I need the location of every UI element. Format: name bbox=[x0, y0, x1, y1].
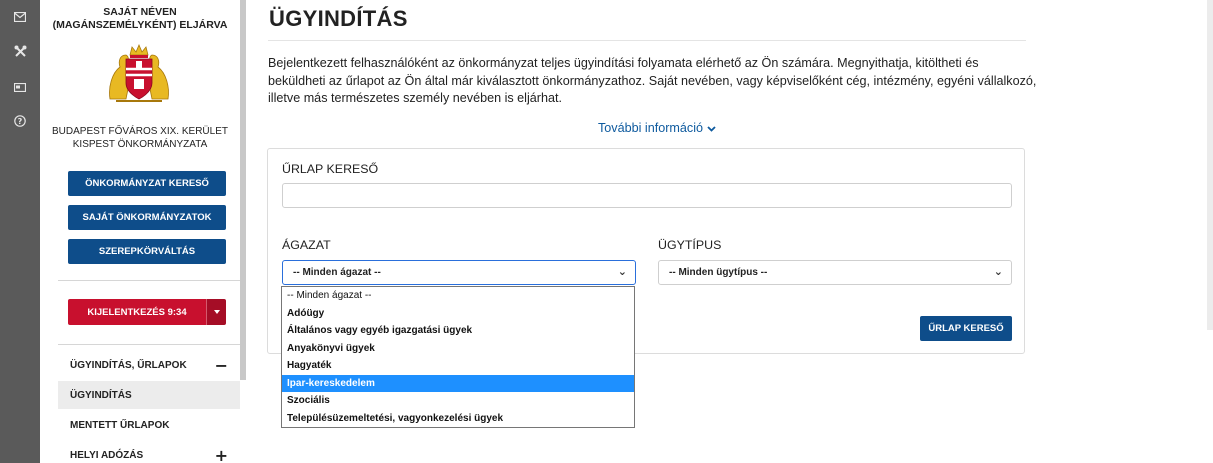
form-search-input[interactable] bbox=[282, 183, 1012, 208]
more-info-link[interactable]: További információ bbox=[598, 121, 716, 135]
search-label: ŰRLAP KERESŐ bbox=[282, 162, 379, 176]
logout-dropdown-caret[interactable] bbox=[206, 299, 226, 325]
municipality-name: BUDAPEST FŐVÁROS XIX. KERÜLET KISPEST ÖN… bbox=[52, 126, 228, 150]
sidebar: SAJÁT NÉVEN (MAGÁNSZEMÉLYKÉNT) ELJÁRVA B… bbox=[40, 0, 240, 463]
help-icon[interactable]: ? bbox=[0, 110, 40, 132]
menu-section-label: ÜGYINDÍTÁS, ŰRLAPOK bbox=[70, 359, 187, 371]
sector-option[interactable]: Hagyaték bbox=[282, 357, 634, 375]
sector-select-value: -- Minden ágazat -- bbox=[293, 267, 381, 278]
chevron-down-icon: ⌄ bbox=[617, 265, 627, 278]
municipality-search-button[interactable]: ÖNKORMÁNYZAT KERESŐ bbox=[68, 171, 226, 196]
sector-dropdown-list: -- Minden ágazat -- Adóügy Általános vag… bbox=[281, 286, 635, 428]
coat-of-arms-logo bbox=[109, 43, 169, 102]
sector-option[interactable]: Adóügy bbox=[282, 305, 634, 323]
title-divider bbox=[268, 40, 1026, 41]
menu-section-local-tax[interactable]: HELYI ADÓZÁS + bbox=[58, 441, 240, 463]
caret-down-icon bbox=[213, 310, 220, 314]
svg-text:?: ? bbox=[18, 117, 23, 126]
page-scrollbar[interactable] bbox=[1207, 0, 1213, 330]
chevron-down-icon: ⌄ bbox=[993, 265, 1003, 278]
expand-icon[interactable]: + bbox=[215, 446, 228, 463]
sidebar-divider bbox=[58, 280, 240, 281]
case-type-select-value: -- Minden ügytípus -- bbox=[669, 267, 768, 278]
sidebar-heading: SAJÁT NÉVEN (MAGÁNSZEMÉLYKÉNT) ELJÁRVA bbox=[52, 6, 228, 31]
sidebar-divider bbox=[58, 344, 240, 345]
sidebar-scrollbar[interactable] bbox=[240, 0, 246, 380]
role-switch-button[interactable]: SZEREPKÖRVÁLTÁS bbox=[68, 239, 226, 264]
chevron-down-icon bbox=[706, 126, 716, 132]
case-type-select[interactable]: -- Minden ügytípus -- ⌄ bbox=[658, 260, 1012, 285]
collapse-icon[interactable]: − bbox=[215, 356, 228, 375]
case-type-label: ÜGYTÍPUS bbox=[658, 238, 722, 252]
sector-option[interactable]: Szociális bbox=[282, 392, 634, 410]
menu-section-label: HELYI ADÓZÁS bbox=[70, 449, 144, 461]
sector-option[interactable]: Településüzemeltetési, vagyonkezelési üg… bbox=[282, 410, 634, 428]
intro-text: Bejelentkezett felhasználóként az önkorm… bbox=[268, 56, 1037, 105]
mail-icon[interactable] bbox=[0, 6, 40, 28]
page-title: ÜGYINDÍTÁS bbox=[269, 6, 408, 31]
sector-select[interactable]: -- Minden ágazat -- ⌄ bbox=[282, 260, 636, 285]
menu-section-forms[interactable]: ÜGYINDÍTÁS, ŰRLAPOK − bbox=[58, 351, 240, 379]
logout-split-button: KIJELENTKEZÉS 9:34 bbox=[68, 299, 226, 325]
sector-option-highlighted[interactable]: Ipar-kereskedelem bbox=[282, 374, 634, 392]
tools-icon[interactable] bbox=[0, 40, 40, 62]
menu-item-case-start[interactable]: ÜGYINDÍTÁS bbox=[58, 381, 240, 409]
sector-label: ÁGAZAT bbox=[282, 238, 331, 252]
sector-option[interactable]: Anyakönyvi ügyek bbox=[282, 340, 634, 358]
sector-option[interactable]: -- Minden ágazat -- bbox=[282, 287, 634, 305]
menu-item-saved-forms[interactable]: MENTETT ŰRLAPOK bbox=[58, 411, 240, 439]
form-search-button[interactable]: ŰRLAP KERESŐ bbox=[920, 316, 1012, 341]
more-info-label: További információ bbox=[598, 121, 703, 135]
icon-rail: ? bbox=[0, 0, 40, 463]
logout-button[interactable]: KIJELENTKEZÉS 9:34 bbox=[68, 299, 206, 325]
own-municipalities-button[interactable]: SAJÁT ÖNKORMÁNYZATOK bbox=[68, 205, 226, 230]
sector-option[interactable]: Általános vagy egyéb igazgatási ügyek bbox=[282, 322, 634, 340]
id-card-icon[interactable] bbox=[0, 76, 40, 98]
